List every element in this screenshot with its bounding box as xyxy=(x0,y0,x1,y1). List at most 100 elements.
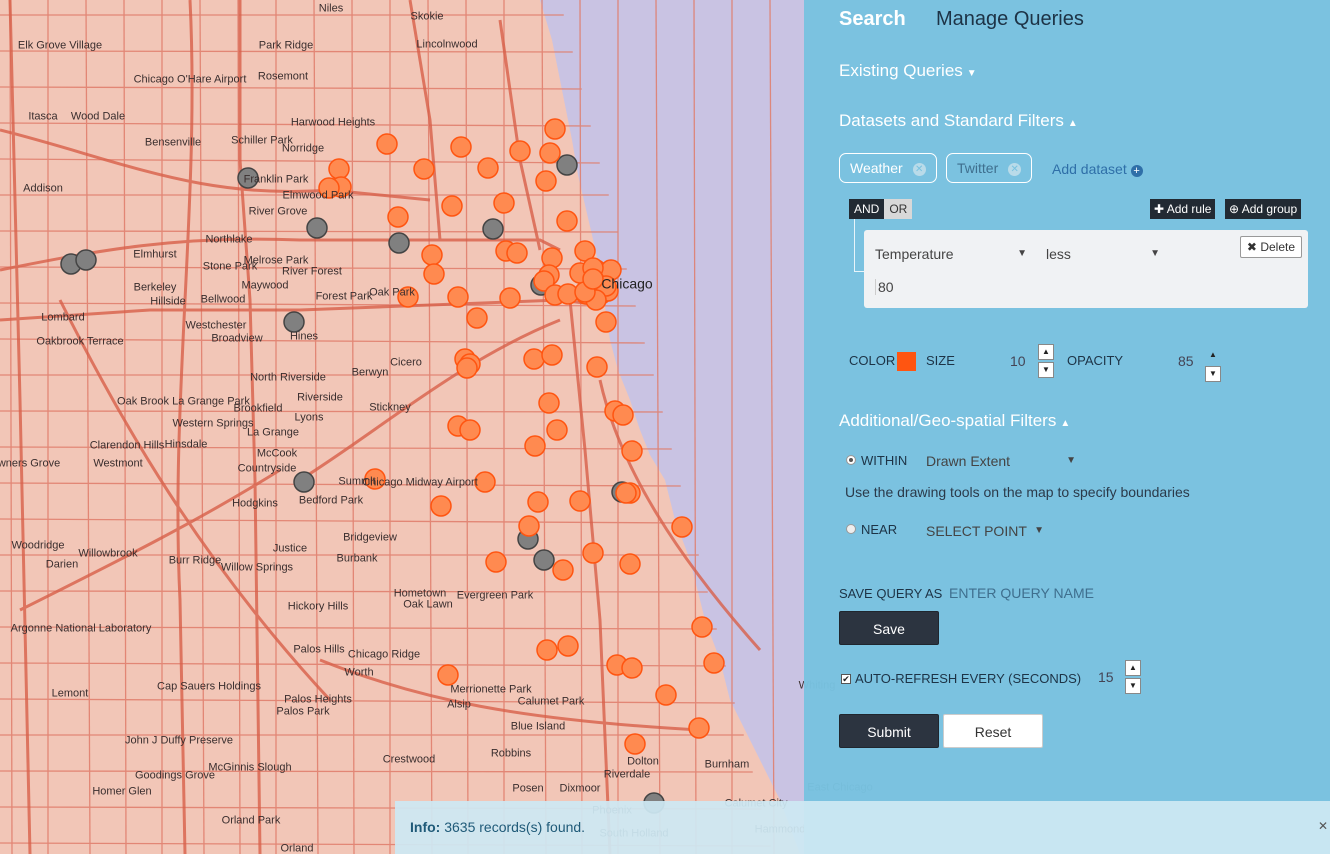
near-option[interactable]: NEAR xyxy=(846,522,897,537)
within-select[interactable]: Drawn Extent ▼ xyxy=(926,453,1076,469)
auto-refresh-stepper[interactable]: ▲ ▼ xyxy=(1125,660,1141,694)
map-marker-orange[interactable] xyxy=(671,516,693,538)
map-marker-orange[interactable] xyxy=(421,244,443,266)
map-marker-orange[interactable] xyxy=(518,515,540,537)
map-marker-orange[interactable] xyxy=(474,471,496,493)
map-marker-orange[interactable] xyxy=(655,684,677,706)
map-marker-orange[interactable] xyxy=(493,192,515,214)
map-marker-orange[interactable] xyxy=(612,404,634,426)
map-marker-orange[interactable] xyxy=(544,118,566,140)
close-icon[interactable]: ✕ xyxy=(1318,819,1328,833)
map-marker-orange[interactable] xyxy=(546,419,568,441)
map-marker-orange[interactable] xyxy=(538,392,560,414)
add-rule-button[interactable]: ✚ Add rule xyxy=(1150,199,1216,219)
close-circle-icon[interactable]: ✕ xyxy=(912,163,926,176)
map-marker-orange[interactable] xyxy=(450,136,472,158)
checkbox-checked[interactable]: ✔ xyxy=(841,674,851,684)
map-marker-orange[interactable] xyxy=(619,553,641,575)
rule-field-select[interactable]: Temperature ▼ xyxy=(875,246,1035,262)
map-marker-orange[interactable] xyxy=(688,717,710,739)
map-marker-orange[interactable] xyxy=(387,206,409,228)
stepper-down-icon[interactable]: ▼ xyxy=(1125,678,1141,694)
map-marker-orange[interactable] xyxy=(466,307,488,329)
map-marker-orange[interactable] xyxy=(621,657,643,679)
and-button[interactable]: AND xyxy=(849,199,885,219)
map-marker-orange[interactable] xyxy=(595,311,617,333)
rule-operator-select[interactable]: less ▼ xyxy=(1046,246,1166,262)
auto-refresh-option[interactable]: ✔ AUTO-REFRESH EVERY (SECONDS) xyxy=(841,671,1081,686)
map-marker-orange[interactable] xyxy=(552,559,574,581)
map-marker-orange[interactable] xyxy=(477,157,499,179)
opacity-value[interactable]: 85 xyxy=(1178,353,1194,369)
map-marker-orange[interactable] xyxy=(413,158,435,180)
map-marker-gray[interactable] xyxy=(482,218,504,240)
map-marker-gray[interactable] xyxy=(283,311,305,333)
map-marker-gray[interactable] xyxy=(306,217,328,239)
map-marker-orange[interactable] xyxy=(569,490,591,512)
existing-queries-toggle[interactable]: Existing Queries ▼ xyxy=(839,61,977,81)
map-marker-gray[interactable] xyxy=(533,549,555,571)
map-marker-orange[interactable] xyxy=(437,664,459,686)
map-marker-orange[interactable] xyxy=(459,419,481,441)
map-marker-orange[interactable] xyxy=(535,170,557,192)
size-value[interactable]: 10 xyxy=(1010,353,1026,369)
map-marker-orange[interactable] xyxy=(527,491,549,513)
map-marker-gray[interactable] xyxy=(556,154,578,176)
map-marker-gray[interactable] xyxy=(293,471,315,493)
map-marker-orange[interactable] xyxy=(506,242,528,264)
tab-manage-queries[interactable]: Manage Queries xyxy=(936,8,1084,31)
map-marker-orange[interactable] xyxy=(691,616,713,638)
close-circle-icon[interactable]: ✕ xyxy=(1008,163,1022,176)
map-marker-orange[interactable] xyxy=(509,140,531,162)
map-marker-orange[interactable] xyxy=(621,440,643,462)
map-marker-orange[interactable] xyxy=(582,542,604,564)
stepper-up-icon[interactable]: ▲ xyxy=(1038,344,1054,360)
auto-refresh-value[interactable]: 15 xyxy=(1098,669,1114,685)
dataset-chip-weather[interactable]: Weather ✕ xyxy=(839,153,937,183)
map-marker-gray[interactable] xyxy=(75,249,97,271)
save-button[interactable]: Save xyxy=(839,611,939,645)
map-marker-orange[interactable] xyxy=(624,733,646,755)
near-select[interactable]: SELECT POINT ▼ xyxy=(926,523,1044,539)
tab-search[interactable]: Search xyxy=(839,8,906,31)
map-marker-orange[interactable] xyxy=(499,287,521,309)
map-marker-orange[interactable] xyxy=(328,158,350,180)
map-marker-orange[interactable] xyxy=(541,344,563,366)
stepper-up-icon[interactable]: ▲ xyxy=(1205,348,1221,364)
map-marker-orange[interactable] xyxy=(556,210,578,232)
reset-button[interactable]: Reset xyxy=(943,714,1043,748)
map-marker-orange[interactable] xyxy=(524,435,546,457)
stepper-up-icon[interactable]: ▲ xyxy=(1125,660,1141,676)
add-dataset-link[interactable]: Add dataset + xyxy=(1052,161,1143,177)
map-marker-orange[interactable] xyxy=(485,551,507,573)
or-button[interactable]: OR xyxy=(884,199,913,219)
map-marker-orange[interactable] xyxy=(539,142,561,164)
size-stepper[interactable]: ▲ ▼ xyxy=(1038,344,1054,378)
map-marker-orange[interactable] xyxy=(430,495,452,517)
map-marker-orange[interactable] xyxy=(376,133,398,155)
within-option[interactable]: WITHIN xyxy=(846,453,907,468)
opacity-stepper[interactable]: ▲ ▼ xyxy=(1205,348,1221,382)
geo-section-toggle[interactable]: Additional/Geo-spatial Filters ▲ xyxy=(839,411,1070,431)
stepper-down-icon[interactable]: ▼ xyxy=(1038,362,1054,378)
map-marker-orange[interactable] xyxy=(523,348,545,370)
map-marker-gray[interactable] xyxy=(388,232,410,254)
rule-value-input[interactable]: 80 xyxy=(875,279,1078,295)
add-group-button[interactable]: ⊕ Add group xyxy=(1225,199,1302,219)
radio-unselected[interactable] xyxy=(846,524,856,534)
map-marker-orange[interactable] xyxy=(615,482,637,504)
map-marker-orange[interactable] xyxy=(441,195,463,217)
stepper-down-icon[interactable]: ▼ xyxy=(1205,366,1221,382)
dataset-chip-twitter[interactable]: Twitter ✕ xyxy=(946,153,1033,183)
map-marker-orange[interactable] xyxy=(456,357,478,379)
delete-rule-button[interactable]: ✖ Delete xyxy=(1239,236,1302,258)
map-marker-orange[interactable] xyxy=(582,268,604,290)
map-marker-orange[interactable] xyxy=(423,263,445,285)
submit-button[interactable]: Submit xyxy=(839,714,939,748)
color-swatch[interactable] xyxy=(897,352,916,371)
datasets-section-toggle[interactable]: Datasets and Standard Filters ▲ xyxy=(839,111,1078,131)
map-marker-orange[interactable] xyxy=(586,356,608,378)
map-marker-orange[interactable] xyxy=(703,652,725,674)
map-marker-orange[interactable] xyxy=(557,635,579,657)
query-name-input[interactable]: ENTER QUERY NAME xyxy=(949,585,1094,601)
